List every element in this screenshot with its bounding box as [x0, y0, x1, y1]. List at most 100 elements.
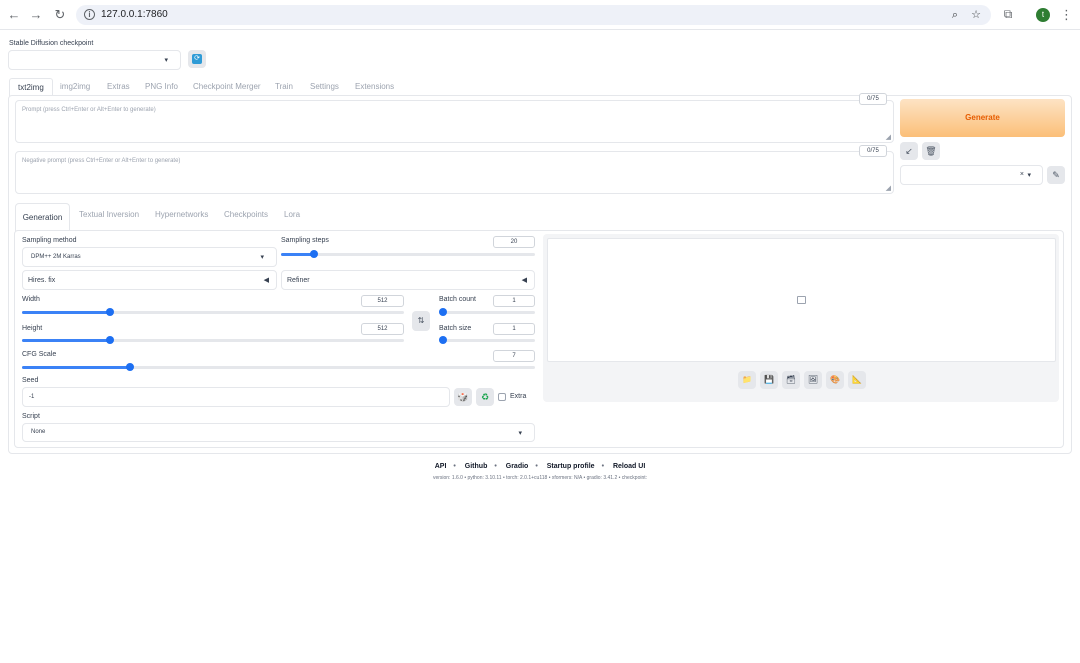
- sampling-steps-input[interactable]: 20: [493, 236, 535, 248]
- prompt-textarea[interactable]: Prompt (press Ctrl+Enter or Alt+Enter to…: [15, 100, 894, 143]
- batch-size-slider[interactable]: [439, 336, 535, 344]
- zip-icon[interactable]: 🗃: [782, 371, 800, 389]
- footer-link-api[interactable]: API: [435, 463, 447, 470]
- slider-thumb[interactable]: [105, 308, 114, 316]
- trash-icon[interactable]: 🗑: [922, 142, 940, 160]
- slider-fill: [22, 366, 130, 369]
- back-icon[interactable]: ←: [6, 7, 22, 23]
- tab-extras[interactable]: Extras: [107, 80, 130, 94]
- seed-label: Seed: [22, 377, 39, 384]
- edit-styles-button[interactable]: ✎: [1047, 166, 1065, 184]
- width-input[interactable]: 512: [361, 295, 404, 307]
- tab-textual-inversion[interactable]: Textual Inversion: [79, 210, 139, 219]
- refiner-accordion[interactable]: Refiner ◀: [281, 270, 535, 290]
- footer-link-reload-ui[interactable]: Reload UI: [613, 463, 645, 470]
- resize-handle-icon[interactable]: ◢: [886, 184, 891, 192]
- refresh-checkpoint-button[interactable]: ⟳: [188, 50, 206, 68]
- batch-size-label: Batch size: [439, 325, 472, 332]
- site-info-icon[interactable]: i: [84, 9, 95, 20]
- seed-input[interactable]: -1: [22, 387, 450, 407]
- zoom-icon[interactable]: ⌕: [948, 8, 962, 22]
- tab-img2img[interactable]: img2img: [60, 80, 90, 94]
- send-to-extras-icon[interactable]: 📐: [848, 371, 866, 389]
- sampling-method-select[interactable]: DPM++ 2M Karras ▾: [22, 247, 277, 267]
- tab-extensions[interactable]: Extensions: [355, 80, 394, 94]
- swap-dimensions-button[interactable]: ⇅: [412, 311, 430, 331]
- browser-menu-icon[interactable]: ⋮: [1060, 7, 1073, 23]
- refresh-icon: ⟳: [192, 54, 202, 64]
- cfg-scale-label: CFG Scale: [22, 351, 57, 358]
- cfg-scale-slider[interactable]: [22, 363, 535, 371]
- tab-lora[interactable]: Lora: [284, 210, 300, 219]
- browser-toolbar: ← → ↻ i 127.0.0.1:7860 ⌕ ☆ ⧉ t ⋮: [0, 0, 1080, 30]
- footer-link-startup-profile[interactable]: Startup profile: [547, 463, 595, 470]
- checkpoint-select[interactable]: ▾: [8, 50, 181, 70]
- batch-count-input[interactable]: 1: [493, 295, 535, 307]
- footer-link-github[interactable]: Github: [465, 463, 488, 470]
- open-folder-icon[interactable]: 📁: [738, 371, 756, 389]
- slider-thumb[interactable]: [310, 250, 319, 258]
- tab-train[interactable]: Train: [275, 80, 293, 94]
- refiner-label: Refiner: [287, 277, 310, 284]
- slider-thumb[interactable]: [125, 363, 134, 371]
- version-info: version: 1.6.0 • python: 3.10.11 • torch…: [432, 475, 648, 481]
- sampling-method-value: DPM++ 2M Karras: [31, 254, 81, 260]
- slider-fill: [22, 311, 110, 314]
- width-slider[interactable]: [22, 308, 404, 316]
- sampling-method-label: Sampling method: [22, 237, 77, 244]
- recycle-icon[interactable]: ♻: [476, 388, 494, 406]
- read-params-button[interactable]: ↙: [900, 142, 918, 160]
- negative-prompt-textarea[interactable]: Negative prompt (press Ctrl+Enter or Alt…: [15, 151, 894, 194]
- send-to-inpaint-icon[interactable]: 🎨: [826, 371, 844, 389]
- extra-label: Extra: [510, 393, 527, 400]
- slider-thumb[interactable]: [439, 336, 447, 344]
- url-text[interactable]: 127.0.0.1:7860: [101, 9, 168, 20]
- hires-fix-accordion[interactable]: Hires. fix ◀: [22, 270, 277, 290]
- checkpoint-label: Stable Diffusion checkpoint: [9, 40, 94, 47]
- image-placeholder-icon: [797, 296, 806, 304]
- negative-prompt-token-counter: 0/75: [859, 145, 887, 157]
- reload-icon[interactable]: ↻: [52, 7, 68, 23]
- extra-checkbox[interactable]: [498, 393, 506, 401]
- cfg-scale-input[interactable]: 7: [493, 350, 535, 362]
- tab-generation[interactable]: Generation: [15, 203, 70, 231]
- dice-icon[interactable]: 🎲: [454, 388, 472, 406]
- chevron-down-icon: ▾: [164, 57, 168, 64]
- styles-select[interactable]: × ▾: [900, 165, 1043, 185]
- generate-button[interactable]: Generate: [900, 99, 1065, 137]
- sampling-steps-label: Sampling steps: [281, 237, 329, 244]
- clear-icon[interactable]: ×: [1020, 171, 1024, 178]
- seed-value[interactable]: -1: [29, 394, 34, 400]
- batch-count-label: Batch count: [439, 296, 476, 303]
- address-bar[interactable]: i 127.0.0.1:7860 ⌕ ☆: [76, 5, 991, 25]
- profile-avatar[interactable]: t: [1036, 8, 1050, 22]
- tab-checkpoints[interactable]: Checkpoints: [224, 210, 268, 219]
- tab-hypernetworks[interactable]: Hypernetworks: [155, 210, 208, 219]
- batch-size-input[interactable]: 1: [493, 323, 535, 335]
- slider-thumb[interactable]: [439, 308, 447, 316]
- send-to-img2img-icon[interactable]: 🖼: [804, 371, 822, 389]
- bookmark-star-icon[interactable]: ☆: [969, 8, 983, 22]
- tab-checkpoint-merger[interactable]: Checkpoint Merger: [193, 80, 261, 94]
- sampling-steps-slider[interactable]: [281, 250, 535, 258]
- chevron-down-icon: ▾: [260, 254, 264, 261]
- chevron-down-icon: ▾: [1027, 172, 1031, 179]
- hires-fix-label: Hires. fix: [28, 277, 56, 284]
- slider-thumb[interactable]: [105, 336, 114, 344]
- tab-png-info[interactable]: PNG Info: [145, 80, 178, 94]
- height-slider[interactable]: [22, 336, 404, 344]
- tab-txt2img[interactable]: txt2img: [9, 78, 53, 96]
- script-select[interactable]: None ▾: [22, 423, 535, 442]
- prompt-token-counter: 0/75: [859, 93, 887, 105]
- negative-prompt-placeholder: Negative prompt (press Ctrl+Enter or Alt…: [22, 158, 181, 164]
- tab-settings[interactable]: Settings: [310, 80, 339, 94]
- collapse-arrow-icon: ◀: [521, 277, 527, 284]
- batch-count-slider[interactable]: [439, 308, 535, 316]
- footer-links: API • Github • Gradio • Startup profile • Re…: [434, 463, 646, 470]
- forward-icon[interactable]: →: [28, 7, 44, 23]
- footer-link-gradio[interactable]: Gradio: [506, 463, 529, 470]
- extensions-icon[interactable]: ⧉: [1000, 7, 1016, 23]
- save-icon[interactable]: 💾: [760, 371, 778, 389]
- resize-handle-icon[interactable]: ◢: [886, 133, 891, 141]
- height-input[interactable]: 512: [361, 323, 404, 335]
